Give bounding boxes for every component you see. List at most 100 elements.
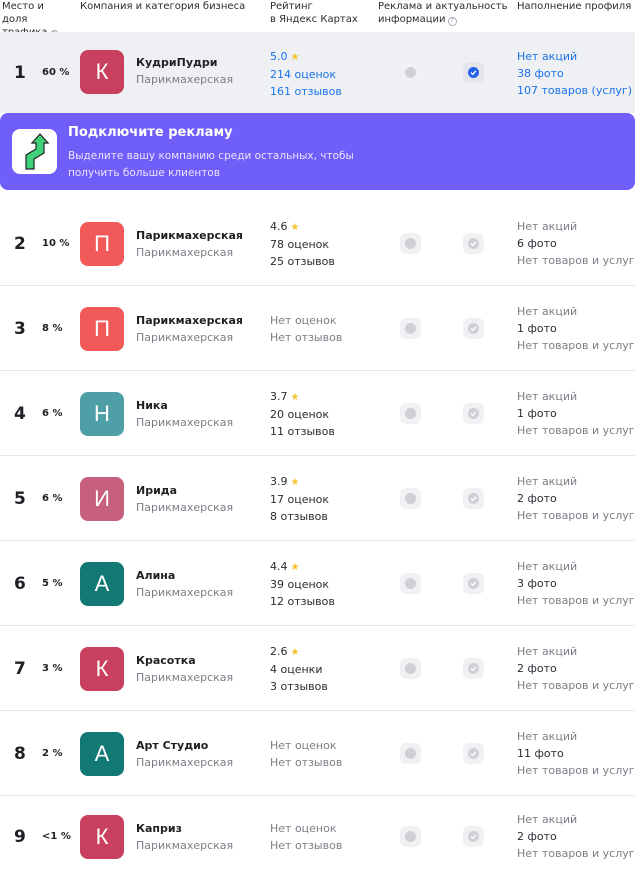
ads-icon[interactable] (400, 403, 421, 424)
company-name[interactable]: Каприз (136, 822, 182, 835)
company-category: Парикмахерская (136, 586, 234, 599)
avatar: П (80, 222, 124, 266)
rank: 2 (14, 234, 26, 254)
company-category: Парикмахерская (136, 839, 234, 852)
company-name[interactable]: Алина (136, 569, 175, 582)
rating-block: 4.6 ★ 78 оценок 25 отзывов (270, 220, 335, 268)
rank: 6 (14, 574, 26, 594)
rating-block[interactable]: 5.0 ★ 214 оценок 161 отзывов (270, 48, 342, 100)
company-category: Парикмахерская (136, 501, 234, 514)
company-name[interactable]: Парикмахерская (136, 314, 243, 327)
profile-fill: Нет акций 11 фото Нет товаров и услуг (517, 730, 635, 777)
verified-check-icon[interactable] (463, 573, 484, 594)
ads-icon[interactable] (400, 318, 421, 339)
rank: 9 (14, 827, 26, 847)
verified-check-icon[interactable] (463, 318, 484, 339)
rating-block: 3.9 ★ 17 оценок 8 отзывов (270, 475, 330, 523)
ads-icon[interactable] (400, 62, 421, 83)
avatar: П (80, 307, 124, 351)
rating-block: 4.4 ★ 39 оценок 12 отзывов (270, 560, 335, 608)
profile-fill: Нет акций 3 фото Нет товаров и услуг (517, 560, 635, 607)
help-icon[interactable]: ? (447, 17, 457, 26)
verified-check-icon[interactable] (463, 62, 484, 83)
company-category: Парикмахерская (136, 246, 234, 259)
rating-block: 2.6 ★ 4 оценки 3 отзывов (270, 645, 328, 693)
table-header: Место и доля трафика? Компания и категор… (0, 0, 635, 39)
ads-icon[interactable] (400, 488, 421, 509)
ads-icon[interactable] (400, 826, 421, 847)
verified-check-icon[interactable] (463, 233, 484, 254)
traffic-share: <1 % (42, 831, 71, 842)
ad-promo-banner[interactable]: Подключите рекламу Выделите вашу компани… (0, 113, 635, 190)
traffic-share: 6 % (42, 493, 63, 504)
avatar: А (80, 732, 124, 776)
traffic-share: 8 % (42, 323, 63, 334)
company-name[interactable]: Парикмахерская (136, 229, 243, 242)
star-icon: ★ (290, 562, 300, 573)
verified-check-icon[interactable] (463, 826, 484, 847)
ads-icon[interactable] (400, 743, 421, 764)
traffic-share: 2 % (42, 748, 63, 759)
rank: 1 (14, 63, 26, 83)
promo-title: Подключите рекламу (68, 125, 233, 140)
company-category: Парикмахерская (136, 73, 234, 86)
traffic-share: 60 % (42, 67, 70, 78)
ads-icon[interactable] (400, 573, 421, 594)
company-name[interactable]: Арт Студио (136, 739, 208, 752)
company-category: Парикмахерская (136, 416, 234, 429)
company-name[interactable]: КудриПудри (136, 56, 217, 69)
rating-block: Нет оценок Нет отзывов (270, 314, 343, 344)
table-row[interactable]: 9 <1 % К Каприз Парикмахерская Нет оцено… (0, 796, 635, 875)
header-ads: Реклама и актуальность информации? (378, 1, 508, 26)
table-row[interactable]: 8 2 % А Арт Студио Парикмахерская Нет оц… (0, 711, 635, 796)
verified-check-icon[interactable] (463, 403, 484, 424)
rating-block: Нет оценок Нет отзывов (270, 739, 343, 769)
table-row[interactable]: 7 3 % К Красотка Парикмахерская 2.6 ★ 4 о… (0, 626, 635, 711)
traffic-share: 3 % (42, 663, 63, 674)
table-row[interactable]: 4 6 % Н Ника Парикмахерская 3.7 ★ 20 оцен… (0, 371, 635, 456)
avatar: А (80, 562, 124, 606)
company-category: Парикмахерская (136, 671, 234, 684)
rank: 8 (14, 744, 26, 764)
traffic-share: 10 % (42, 238, 70, 249)
avatar: К (80, 647, 124, 691)
traffic-share: 6 % (42, 408, 63, 419)
profile-fill: Нет акций 2 фото Нет товаров и услуг (517, 475, 635, 522)
rank: 5 (14, 489, 26, 509)
verified-check-icon[interactable] (463, 658, 484, 679)
arrow-up-icon (12, 129, 57, 174)
profile-fill: Нет акций 1 фото Нет товаров и услуг (517, 390, 635, 437)
traffic-share: 5 % (42, 578, 63, 589)
header-company: Компания и категория бизнеса (80, 1, 246, 12)
profile-fill: Нет акций 2 фото Нет товаров и услуг (517, 813, 635, 860)
verified-check-icon[interactable] (463, 488, 484, 509)
table-row[interactable]: 1 60 % К КудриПудри Парикмахерская 5.0 ★ … (0, 32, 635, 113)
avatar: Н (80, 392, 124, 436)
company-name[interactable]: Красотка (136, 654, 196, 667)
avatar: К (80, 815, 124, 859)
company-name[interactable]: Ирида (136, 484, 177, 497)
rating-block: Нет оценок Нет отзывов (270, 822, 343, 852)
table-row[interactable]: 5 6 % И Ирида Парикмахерская 3.9 ★ 17 оце… (0, 456, 635, 541)
verified-check-icon[interactable] (463, 743, 484, 764)
table-row[interactable]: 6 5 % А Алина Парикмахерская 4.4 ★ 39 оце… (0, 541, 635, 626)
promo-text: Выделите вашу компанию среди остальных, … (68, 150, 354, 179)
table-row[interactable]: 2 10 % П Парикмахерская Парикмахерская 4… (0, 201, 635, 286)
header-rating: Рейтинг в Яндекс Картах (270, 1, 358, 25)
star-icon: ★ (290, 477, 300, 488)
rank: 3 (14, 319, 26, 339)
star-icon: ★ (290, 647, 300, 658)
rank: 7 (14, 659, 26, 679)
avatar: К (80, 50, 124, 94)
ads-icon[interactable] (400, 658, 421, 679)
avatar: И (80, 477, 124, 521)
profile-fill: Нет акций 1 фото Нет товаров и услуг (517, 305, 635, 352)
star-icon: ★ (290, 52, 300, 63)
star-icon: ★ (290, 392, 300, 403)
company-name[interactable]: Ника (136, 399, 168, 412)
table-row[interactable]: 3 8 % П Парикмахерская Парикмахерская Не… (0, 286, 635, 371)
ads-icon[interactable] (400, 233, 421, 254)
company-category: Парикмахерская (136, 331, 234, 344)
profile-fill[interactable]: Нет акций 38 фото 107 товаров (услуг) (517, 48, 632, 99)
star-icon: ★ (290, 222, 300, 233)
